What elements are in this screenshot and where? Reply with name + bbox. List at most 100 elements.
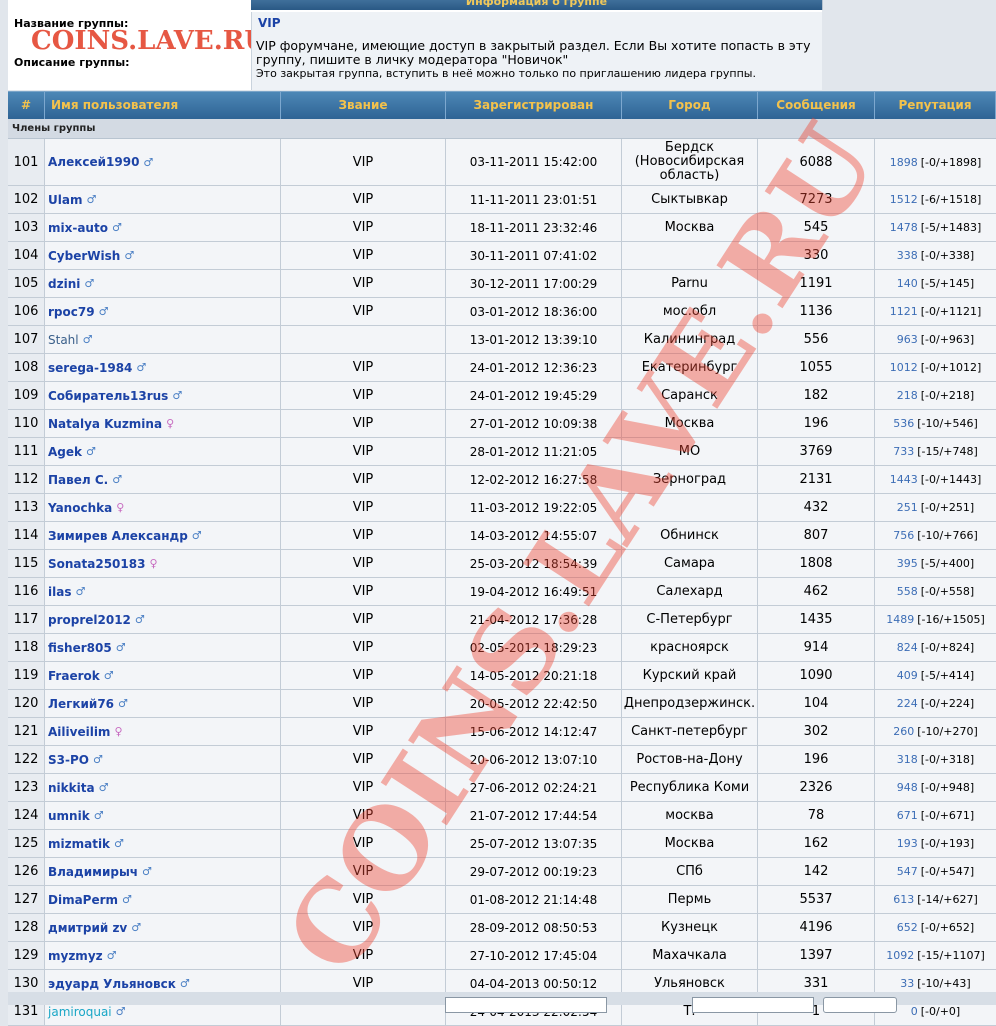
male-icon: ♂: [75, 585, 86, 598]
registered-cell: 18-11-2011 23:32:46: [446, 214, 622, 241]
reputation-link[interactable]: 1478: [890, 221, 918, 234]
username-link[interactable]: Павел С.: [48, 473, 108, 487]
reputation-link[interactable]: 1092: [886, 949, 914, 962]
col-num[interactable]: #: [8, 92, 45, 119]
username-link[interactable]: dzini: [48, 277, 80, 291]
reputation-link[interactable]: 218: [897, 389, 918, 402]
col-city[interactable]: Город: [622, 92, 758, 119]
username-cell: Ailiveilim ♀: [45, 718, 281, 745]
username-link[interactable]: Ailiveilim: [48, 725, 110, 739]
reputation-link[interactable]: 536: [893, 417, 914, 430]
reputation-link[interactable]: 318: [897, 753, 918, 766]
reputation-link[interactable]: 963: [897, 333, 918, 346]
reputation-link[interactable]: 395: [897, 557, 918, 570]
table-row: 107 Stahl ♂ 13-01-2012 13:39:10 Калининград 5…: [8, 326, 996, 354]
username-link[interactable]: fisher805: [48, 641, 112, 655]
reputation-link[interactable]: 558: [897, 585, 918, 598]
username-link[interactable]: umnik: [48, 809, 90, 823]
reputation-link[interactable]: 33: [900, 977, 914, 990]
reputation-link[interactable]: 140: [897, 277, 918, 290]
username-link[interactable]: Владимирыч: [48, 865, 138, 879]
username-link[interactable]: proprel2012: [48, 613, 131, 627]
username-link[interactable]: jamiroquai: [48, 1005, 112, 1019]
posts-cell: 5537: [758, 886, 875, 913]
username-link[interactable]: S3-PO: [48, 753, 89, 767]
username-link[interactable]: myzmyz: [48, 949, 103, 963]
city-cell: Санкт-петербург: [622, 718, 758, 745]
reputation-link[interactable]: 1121: [890, 305, 918, 318]
username-link[interactable]: CyberWish: [48, 249, 120, 263]
username-link[interactable]: Собиратель13rus: [48, 389, 168, 403]
row-number: 103: [8, 214, 45, 241]
reputation-link[interactable]: 1012: [890, 361, 918, 374]
reputation-link[interactable]: 733: [893, 445, 914, 458]
reputation-link[interactable]: 338: [897, 249, 918, 262]
username-link[interactable]: nikkita: [48, 781, 95, 795]
reputation-link[interactable]: 251: [897, 501, 918, 514]
col-rank[interactable]: Звание: [281, 92, 446, 119]
username-link[interactable]: Stahl: [48, 333, 79, 347]
reputation-cell: 671 [-0/+671]: [875, 802, 996, 829]
col-posts[interactable]: Сообщения: [758, 92, 875, 119]
username-link[interactable]: Зимирев Александр: [48, 529, 188, 543]
reputation-link[interactable]: 224: [897, 697, 918, 710]
reputation-link[interactable]: 756: [893, 529, 914, 542]
reputation-link[interactable]: 1489: [886, 613, 914, 626]
city-cell: Сыктывкар: [622, 186, 758, 213]
rank-cell: VIP: [281, 606, 446, 633]
reputation-link[interactable]: 1512: [890, 193, 918, 206]
username-link[interactable]: Ulam: [48, 193, 82, 207]
username-link[interactable]: Agek: [48, 445, 82, 459]
row-number: 120: [8, 690, 45, 717]
username-cell: Natalya Kuzmina ♀: [45, 410, 281, 437]
username-link[interactable]: Алексей1990: [48, 155, 139, 169]
reputation-link[interactable]: 0: [911, 1005, 918, 1018]
username-cell: Agek ♂: [45, 438, 281, 465]
reputation-link[interactable]: 948: [897, 781, 918, 794]
reputation-link[interactable]: 547: [897, 865, 918, 878]
registered-cell: 25-07-2012 13:07:35: [446, 830, 622, 857]
reputation-link[interactable]: 824: [897, 641, 918, 654]
username-link[interactable]: Fraerok: [48, 669, 100, 683]
posts-cell: 1808: [758, 550, 875, 577]
male-icon: ♂: [172, 389, 183, 402]
username-link[interactable]: Sonata250183: [48, 557, 145, 571]
row-number: 125: [8, 830, 45, 857]
registered-cell: 12-02-2012 16:27:58: [446, 466, 622, 493]
reputation-link[interactable]: 671: [897, 809, 918, 822]
username-link[interactable]: дмитрий zv: [48, 921, 127, 935]
username-link[interactable]: mix-auto: [48, 221, 108, 235]
reputation-link[interactable]: 1443: [890, 473, 918, 486]
male-icon: ♂: [98, 305, 109, 318]
reputation-link[interactable]: 193: [897, 837, 918, 850]
go-button[interactable]: [823, 997, 897, 1013]
row-number: 114: [8, 522, 45, 549]
table-row: 101 Алексей1990 ♂ VIP 03-11-2011 15:42:00 Бер…: [8, 139, 996, 186]
reputation-link[interactable]: 652: [897, 921, 918, 934]
username-cell: CyberWish ♂: [45, 242, 281, 269]
table-row: 122 S3-PO ♂ VIP 20-06-2012 13:07:10 Ростов-на…: [8, 746, 996, 774]
posts-cell: 302: [758, 718, 875, 745]
registered-cell: 21-04-2012 17:36:28: [446, 606, 622, 633]
reputation-link[interactable]: 613: [893, 893, 914, 906]
username-link[interactable]: DimaPerm: [48, 893, 118, 907]
reputation-link[interactable]: 260: [893, 725, 914, 738]
col-username[interactable]: Имя пользователя: [45, 92, 281, 119]
col-registered[interactable]: Зарегистрирован: [446, 92, 622, 119]
male-icon: ♂: [112, 473, 123, 486]
username-link[interactable]: ilas: [48, 585, 71, 599]
city-cell: Республика Коми: [622, 774, 758, 801]
sort-select[interactable]: [445, 997, 607, 1013]
reputation-link[interactable]: 1898: [890, 156, 918, 169]
username-link[interactable]: Легкий76: [48, 697, 114, 711]
username-link[interactable]: serega-1984: [48, 361, 132, 375]
reputation-cell: 1478 [-5/+1483]: [875, 214, 996, 241]
username-link[interactable]: Natalya Kuzmina: [48, 417, 162, 431]
reputation-link[interactable]: 409: [897, 669, 918, 682]
username-link[interactable]: эдуард Ульяновск: [48, 977, 176, 991]
username-link[interactable]: Yanochka: [48, 501, 112, 515]
username-link[interactable]: rpoc79: [48, 305, 95, 319]
order-select[interactable]: [692, 997, 814, 1013]
username-link[interactable]: mizmatik: [48, 837, 110, 851]
col-reputation[interactable]: Репутация: [875, 92, 996, 119]
